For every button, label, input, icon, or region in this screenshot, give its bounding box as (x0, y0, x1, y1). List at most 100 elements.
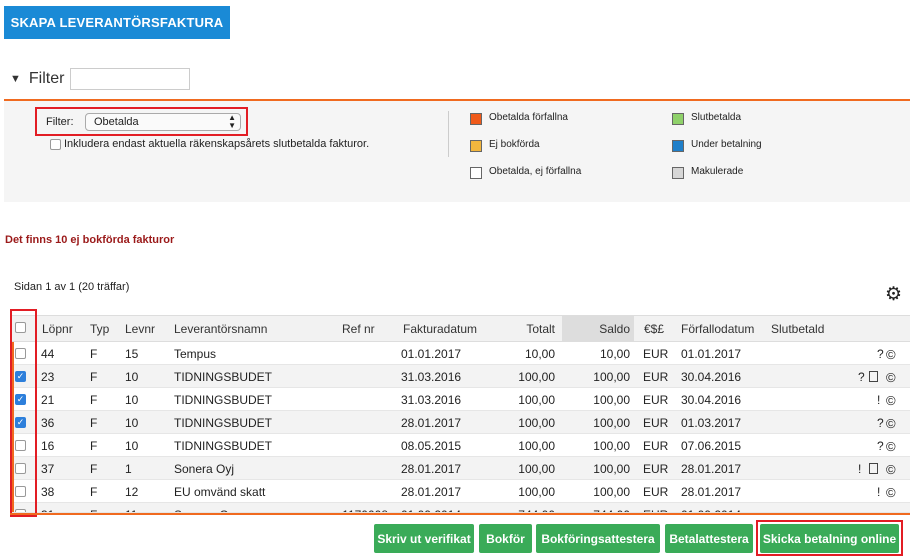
legend-swatch (470, 140, 482, 152)
copy-icon[interactable]: © (886, 416, 896, 431)
cell-forfallodatum: 28.01.2017 (681, 485, 742, 499)
cell-leverantorsnamn: TIDNINGSBUDET (174, 416, 273, 430)
legend-label: Ej bokförda (489, 139, 540, 150)
col-refnr[interactable]: Ref nr (342, 322, 375, 336)
cell-typ: F (90, 462, 98, 476)
document-icon[interactable] (869, 371, 878, 382)
copy-icon[interactable]: © (886, 370, 896, 385)
question-icon[interactable]: ? (858, 370, 865, 384)
book-button[interactable]: Bokför (479, 524, 532, 553)
table-row[interactable]: 16 F 10 TIDNINGSBUDET 08.05.2015 100,00 100,00… (10, 434, 910, 457)
cell-leverantorsnamn: Sonera Oyj (174, 462, 235, 476)
table-row[interactable]: ✓ 23 F 10 TIDNINGSBUDET 31.03.2016 100,00 100,0… (10, 365, 910, 388)
cell-valuta: EUR (643, 370, 669, 384)
payment-attest-button[interactable]: Betalattestera (665, 524, 753, 553)
legend-swatch (672, 113, 684, 125)
checkbox-column-highlight (10, 309, 37, 517)
col-totalt[interactable]: Totalt (520, 322, 555, 336)
cell-forfallodatum: 30.04.2016 (681, 370, 742, 384)
cell-levnr: 10 (125, 416, 139, 430)
cell-fakturadatum: 28.01.2017 (401, 416, 462, 430)
legend-label: Under betalning (691, 139, 762, 150)
legend-label: Obetalda förfallna (489, 112, 568, 123)
table-row[interactable]: 37 F 1 Sonera Oyj 28.01.2017 100,00 100,00 EUR 2… (10, 457, 910, 480)
warning-icon[interactable]: ! (877, 393, 880, 407)
warning-icon[interactable]: ! (858, 462, 861, 476)
document-icon[interactable] (869, 463, 878, 474)
booking-attest-button[interactable]: Bokföringsattestera (536, 524, 660, 553)
cell-fakturadatum: 01.01.2017 (401, 347, 462, 361)
col-levnr[interactable]: Levnr (125, 322, 155, 336)
include-current-year-checkbox[interactable] (50, 139, 61, 150)
cell-valuta: EUR (643, 439, 669, 453)
copy-icon[interactable]: © (886, 485, 896, 500)
cell-typ: F (90, 347, 98, 361)
filter-heading: Filter (28, 70, 65, 87)
table-bottom-line (10, 513, 910, 515)
table-row[interactable]: ✓ 21 F 10 TIDNINGSBUDET 31.03.2016 100,00 100,0… (10, 388, 910, 411)
cell-valuta: EUR (643, 347, 669, 361)
table-row[interactable]: 44 F 15 Tempus 01.01.2017 10,00 10,00 EUR 01.01.… (10, 342, 910, 365)
table-row[interactable]: 31F11Saarum Oy117000801.09.2014744,00744… (10, 503, 910, 513)
col-typ[interactable]: Typ (90, 322, 109, 336)
cell-levnr: 12 (125, 485, 139, 499)
legend-label: Makulerade (691, 166, 744, 177)
cell-lopnr: 36 (41, 416, 55, 430)
col-fakturadatum[interactable]: Fakturadatum (403, 322, 477, 336)
gear-icon[interactable]: ⚙ (885, 285, 902, 304)
copy-icon[interactable]: © (886, 439, 896, 454)
cell-saldo: 100,00 (593, 439, 630, 453)
pagination-info: Sidan 1 av 1 (20 träffar) (14, 281, 130, 293)
col-valuta[interactable]: €$£ (644, 322, 664, 336)
cell-valuta: EUR (643, 416, 669, 430)
cell-saldo: 100,00 (593, 485, 630, 499)
cell-fakturadatum: 31.03.2016 (401, 393, 462, 407)
cell-typ: F (90, 485, 98, 499)
table-row[interactable]: 38 F 12 EU omvänd skatt 28.01.2017 100,00 100,… (10, 480, 910, 503)
col-slutbetald[interactable]: Slutbetald (771, 322, 824, 336)
cell-saldo: 100,00 (593, 393, 630, 407)
cell-leverantorsnamn: TIDNINGSBUDET (174, 370, 273, 384)
cell-totalt: 100,00 (518, 485, 555, 499)
create-supplier-invoice-button[interactable]: SKAPA LEVERANTÖRSFAKTURA (4, 6, 230, 39)
cell-forfallodatum: 01.01.2017 (681, 347, 742, 361)
cell-fakturadatum: 28.01.2017 (401, 462, 462, 476)
warning-icon[interactable]: ! (877, 485, 880, 499)
cell-totalt: 100,00 (518, 462, 555, 476)
cell-saldo: 100,00 (593, 462, 630, 476)
col-forfallodatum[interactable]: Förfallodatum (681, 322, 754, 336)
filter-select-value: Obetalda (94, 116, 139, 128)
col-saldo[interactable]: Saldo (590, 322, 630, 336)
question-icon[interactable]: ? (877, 416, 884, 430)
cell-lopnr: 23 (41, 370, 55, 384)
col-lopnr[interactable]: Löpnr (42, 322, 73, 336)
copy-icon[interactable]: © (886, 462, 896, 477)
filter-select[interactable]: Obetalda ▲ ▼ (85, 113, 241, 131)
cell-levnr: 10 (125, 370, 139, 384)
cell-valuta: EUR (643, 393, 669, 407)
copy-icon[interactable]: © (886, 347, 896, 362)
legend-label: Obetalda, ej förfallna (489, 166, 582, 177)
send-payment-highlight (756, 520, 903, 556)
cell-fakturadatum: 31.03.2016 (401, 370, 462, 384)
updown-arrows-icon: ▲ ▼ (228, 113, 236, 130)
filter-toggle[interactable]: ▼ Filter (10, 70, 64, 88)
copy-icon[interactable]: © (886, 393, 896, 408)
cell-forfallodatum: 01.03.2017 (681, 416, 742, 430)
cell-totalt: 10,00 (524, 347, 555, 361)
legend-label: Slutbetalda (691, 112, 742, 123)
cell-levnr: 1 (125, 462, 132, 476)
question-icon[interactable]: ? (877, 347, 884, 361)
legend-swatch (470, 113, 482, 125)
cell-lopnr: 37 (41, 462, 55, 476)
cell-saldo: 100,00 (593, 416, 630, 430)
col-leverantorsnamn[interactable]: Leverantörsnamn (174, 322, 267, 336)
table-row[interactable]: ✓ 36 F 10 TIDNINGSBUDET 28.01.2017 100,00 100,0… (10, 411, 910, 434)
legend-swatch (672, 140, 684, 152)
question-icon[interactable]: ? (877, 439, 884, 453)
panel-divider (448, 111, 449, 157)
triangle-down-icon: ▼ (10, 73, 21, 85)
print-voucher-button[interactable]: Skriv ut verifikat (374, 524, 474, 553)
cell-lopnr: 21 (41, 393, 55, 407)
filter-search-input[interactable] (70, 68, 190, 90)
